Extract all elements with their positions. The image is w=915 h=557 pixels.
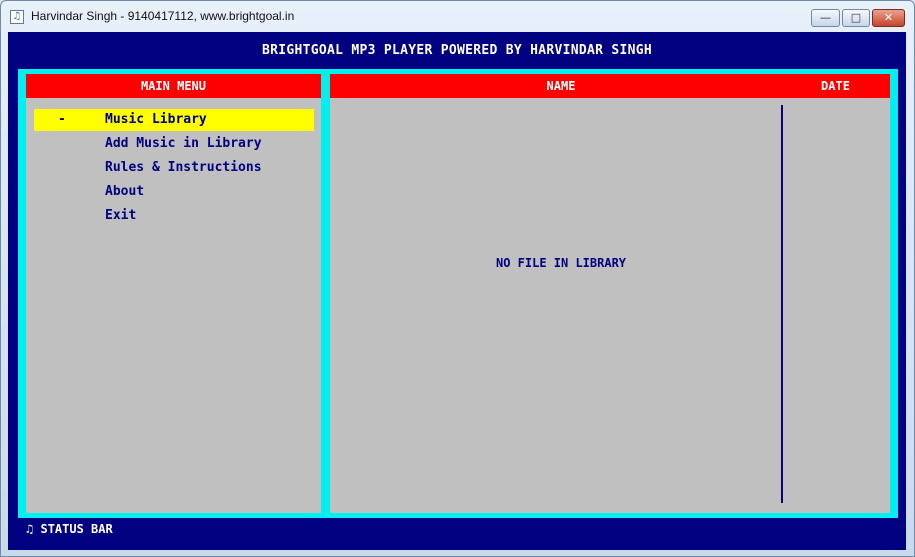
- menu-item-label: About: [105, 184, 145, 199]
- library-panel: NAME DATE NO FILE IN LIBRARY: [330, 74, 890, 513]
- menu-item-add-music[interactable]: Add Music in Library: [34, 133, 314, 155]
- column-divider: [781, 105, 783, 503]
- close-button[interactable]: ✕: [872, 9, 905, 27]
- title-bar[interactable]: ♫ Harvindar Singh - 9140417112, www.brig…: [1, 1, 914, 32]
- menu-item-about[interactable]: About: [34, 181, 314, 203]
- menu-item-label: Exit: [105, 208, 137, 223]
- menu-item-rules-instructions[interactable]: Rules & Instructions: [34, 157, 314, 179]
- menu-item-label: Rules & Instructions: [105, 160, 262, 175]
- window-title: Harvindar Singh - 9140417112, www.bright…: [31, 9, 295, 23]
- status-bar: ♫ STATUS BAR: [26, 522, 113, 536]
- menu-item-exit[interactable]: Exit: [34, 205, 314, 227]
- main-frame: MAIN MENU - Music Library Add Music in L…: [18, 69, 898, 518]
- console-area: BRIGHTGOAL MP3 PLAYER POWERED BY HARVIND…: [8, 32, 906, 550]
- menu-item-label: Add Music in Library: [105, 136, 262, 151]
- music-note-icon: ♫: [10, 10, 24, 24]
- menu-item-music-library[interactable]: - Music Library: [34, 109, 314, 131]
- main-menu-panel: MAIN MENU - Music Library Add Music in L…: [26, 74, 321, 513]
- app-title: BRIGHTGOAL MP3 PLAYER POWERED BY HARVIND…: [261, 43, 653, 58]
- empty-library-message: NO FILE IN LIBRARY: [495, 256, 627, 270]
- column-header-name: NAME: [330, 74, 792, 98]
- minimize-button[interactable]: —: [811, 9, 840, 27]
- selection-bullet: -: [58, 112, 66, 127]
- maximize-button[interactable]: □: [842, 9, 870, 27]
- music-note-icon: ♫: [26, 522, 34, 536]
- app-window: ♫ Harvindar Singh - 9140417112, www.brig…: [0, 0, 915, 557]
- menu-item-label: Music Library: [105, 112, 207, 127]
- status-bar-text: STATUS BAR: [40, 522, 113, 536]
- column-header-date: DATE: [781, 74, 890, 98]
- main-menu-header: MAIN MENU: [26, 74, 321, 98]
